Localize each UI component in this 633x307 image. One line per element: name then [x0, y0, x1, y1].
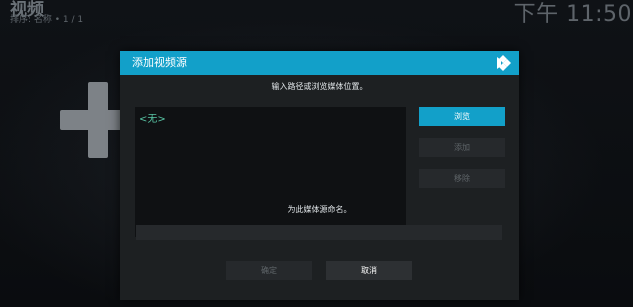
dialog-header: 添加视频源	[120, 51, 519, 75]
list-item[interactable]: <无>	[139, 114, 166, 126]
plus-icon-vertical	[88, 82, 108, 158]
add-video-source-dialog: 添加视频源 输入路径或浏览媒体位置。 <无> 浏览 添加 移除 为此媒体源命名。…	[120, 51, 519, 300]
name-label: 为此媒体源命名。	[287, 205, 352, 214]
cancel-button[interactable]: 取消	[326, 261, 412, 280]
path-instruction: 输入路径或浏览媒体位置。	[271, 82, 368, 91]
clock: 下午 11:50	[513, 2, 632, 27]
kodi-logo-icon	[497, 55, 511, 71]
browse-button[interactable]: 浏览	[419, 107, 505, 126]
source-name-input[interactable]	[136, 225, 502, 240]
add-button[interactable]: 添加	[419, 138, 505, 157]
remove-button[interactable]: 移除	[419, 169, 505, 188]
ok-button[interactable]: 确定	[226, 261, 312, 280]
dialog-title: 添加视频源	[132, 56, 187, 69]
sort-info: 排序: 名称 • 1 / 1	[10, 15, 84, 25]
path-list[interactable]: <无>	[135, 107, 406, 237]
